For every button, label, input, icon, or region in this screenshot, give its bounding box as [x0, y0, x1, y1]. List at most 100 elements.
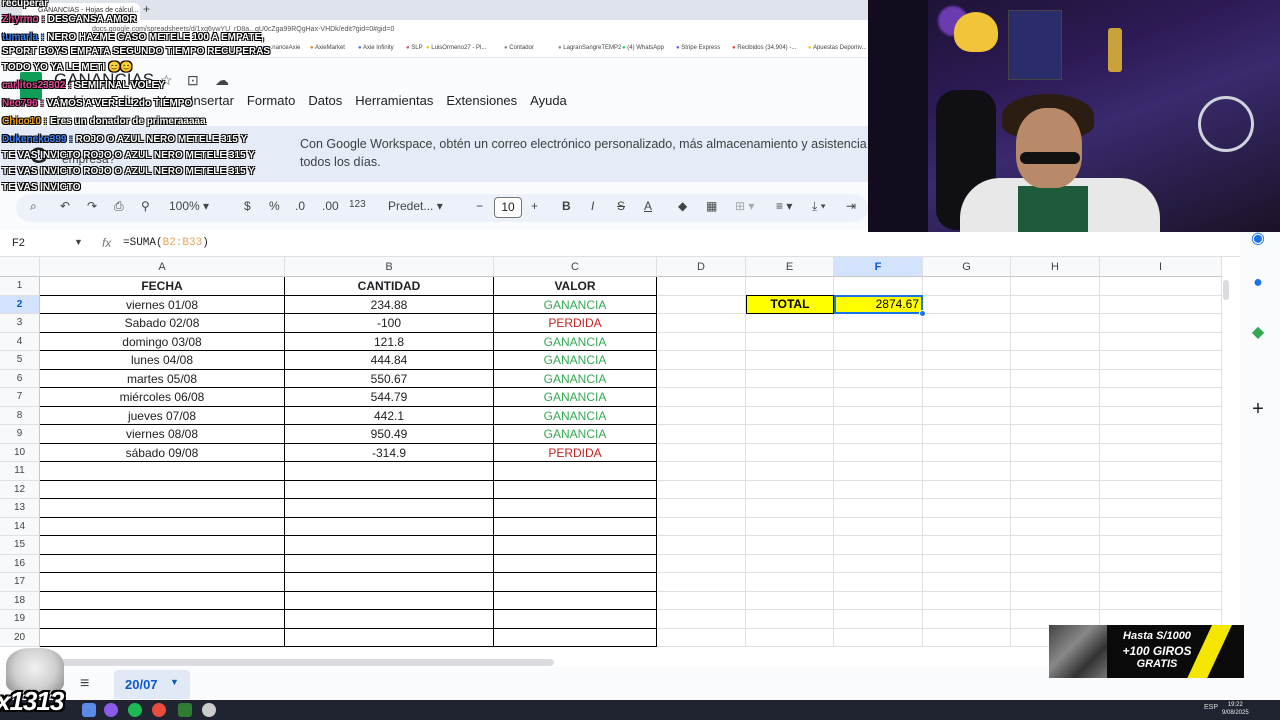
grid-cell[interactable] [1011, 388, 1100, 407]
grid-cell[interactable] [285, 628, 494, 647]
grid-cell[interactable] [1100, 480, 1222, 499]
name-box-dropdown-icon[interactable]: ▼ [74, 237, 83, 247]
row-header[interactable]: 3 [0, 314, 40, 333]
row-header[interactable]: 15 [0, 536, 40, 555]
grid-cell[interactable] [923, 536, 1011, 555]
total-value-cell[interactable]: 2874.67 [834, 295, 923, 314]
bookmark-item[interactable]: ● (4) WhatsApp [622, 45, 664, 51]
table-header-cell[interactable]: VALOR [494, 277, 657, 296]
grid-cell[interactable] [746, 351, 834, 370]
row-header[interactable]: 1 [0, 277, 40, 296]
grid-cell[interactable] [1100, 295, 1222, 314]
table-cell-fecha[interactable]: lunes 04/08 [40, 351, 285, 370]
grid-cell[interactable] [40, 499, 285, 518]
grid-cell[interactable] [40, 480, 285, 499]
grid-cell[interactable] [494, 517, 657, 536]
decrease-decimal-button[interactable]: .0 [295, 199, 305, 213]
table-cell-fecha[interactable]: domingo 03/08 [40, 332, 285, 351]
grid-cell[interactable] [1011, 554, 1100, 573]
grid-cell[interactable] [494, 591, 657, 610]
spotify-icon[interactable] [128, 703, 142, 717]
grid-cell[interactable] [657, 480, 746, 499]
grid-cell[interactable] [285, 462, 494, 481]
grid-cell[interactable] [1011, 351, 1100, 370]
formula-input[interactable]: =SUMA(B2:B33) [123, 237, 209, 249]
grid-cell[interactable] [657, 425, 746, 444]
horizontal-scrollbar[interactable] [40, 659, 554, 666]
grid-cell[interactable] [746, 610, 834, 629]
grid-cell[interactable] [40, 536, 285, 555]
grid-cell[interactable] [494, 480, 657, 499]
grid-cell[interactable] [1011, 332, 1100, 351]
grid-cell[interactable] [746, 388, 834, 407]
grid-cell[interactable] [494, 499, 657, 518]
name-box[interactable]: F2 [12, 237, 25, 249]
grid-cell[interactable] [834, 277, 923, 296]
grid-cell[interactable] [1100, 314, 1222, 333]
grid-cell[interactable] [923, 517, 1011, 536]
table-cell-cantidad[interactable]: 444.84 [285, 351, 494, 370]
table-cell-fecha[interactable]: martes 05/08 [40, 369, 285, 388]
fill-handle[interactable] [919, 310, 926, 317]
grid-cell[interactable] [40, 462, 285, 481]
column-header-h[interactable]: H [1011, 257, 1100, 277]
grid-cell[interactable] [657, 277, 746, 296]
grid-cell[interactable] [923, 406, 1011, 425]
grid-cell[interactable] [746, 480, 834, 499]
grid-cell[interactable] [834, 573, 923, 592]
casino-ad-banner[interactable]: Hasta S/1000 +100 GIROS GRATIS [1049, 625, 1244, 678]
row-header[interactable]: 7 [0, 388, 40, 407]
bookmark-item[interactable]: ● SLP [406, 45, 423, 51]
grid-cell[interactable] [1011, 591, 1100, 610]
contacts-icon[interactable]: ● [1248, 274, 1268, 292]
table-cell-valor[interactable]: PERDIDA [494, 314, 657, 333]
grid-cell[interactable] [494, 462, 657, 481]
grid-cell[interactable] [657, 406, 746, 425]
table-cell-valor[interactable]: GANANCIA [494, 295, 657, 314]
new-tab-button[interactable]: + [143, 2, 150, 16]
grid-cell[interactable] [657, 536, 746, 555]
row-header[interactable]: 12 [0, 480, 40, 499]
grid-cell[interactable] [746, 277, 834, 296]
row-header[interactable]: 13 [0, 499, 40, 518]
row-header[interactable]: 18 [0, 591, 40, 610]
start-icon[interactable] [82, 703, 96, 717]
table-cell-valor[interactable]: GANANCIA [494, 406, 657, 425]
grid-cell[interactable] [923, 388, 1011, 407]
increase-decimal-button[interactable]: .00 [322, 199, 339, 213]
grid-cell[interactable] [746, 554, 834, 573]
grid-cell[interactable] [1100, 573, 1222, 592]
zoom-select[interactable]: 100% ▾ [169, 199, 209, 213]
table-cell-cantidad[interactable]: 544.79 [285, 388, 494, 407]
grid-cell[interactable] [834, 425, 923, 444]
column-header-b[interactable]: B [285, 257, 494, 277]
bookmark-item[interactable]: ● Axie Infinity [358, 45, 394, 51]
grid-cell[interactable] [923, 295, 1011, 314]
grid-cell[interactable] [746, 332, 834, 351]
horizontal-align-icon[interactable]: ≡ ▾ [776, 199, 792, 213]
table-cell-cantidad[interactable]: -100 [285, 314, 494, 333]
grid-cell[interactable] [285, 554, 494, 573]
grid-cell[interactable] [1100, 351, 1222, 370]
grid-cell[interactable] [834, 499, 923, 518]
grid-cell[interactable] [834, 388, 923, 407]
grid-cell[interactable] [1011, 277, 1100, 296]
grid-cell[interactable] [657, 332, 746, 351]
menu-item-insertar[interactable]: Insertar [190, 93, 234, 109]
row-header[interactable]: 19 [0, 610, 40, 629]
grid-cell[interactable] [40, 517, 285, 536]
bookmark-item[interactable]: ● AxieMarket [310, 45, 345, 51]
table-cell-fecha[interactable]: sábado 09/08 [40, 443, 285, 462]
grid-cell[interactable] [834, 351, 923, 370]
grid-cell[interactable] [746, 443, 834, 462]
row-header[interactable]: 10 [0, 443, 40, 462]
text-wrap-icon[interactable]: ⇥ [846, 199, 856, 213]
grid-cell[interactable] [657, 573, 746, 592]
grid-cell[interactable] [834, 591, 923, 610]
grid-cell[interactable] [923, 277, 1011, 296]
table-cell-cantidad[interactable]: 442.1 [285, 406, 494, 425]
grid-cell[interactable] [285, 536, 494, 555]
row-header[interactable]: 20 [0, 628, 40, 647]
font-size-input[interactable]: 10 [494, 197, 522, 218]
bookmark-item[interactable]: ● Recibidos (34,904) -... [732, 45, 796, 51]
